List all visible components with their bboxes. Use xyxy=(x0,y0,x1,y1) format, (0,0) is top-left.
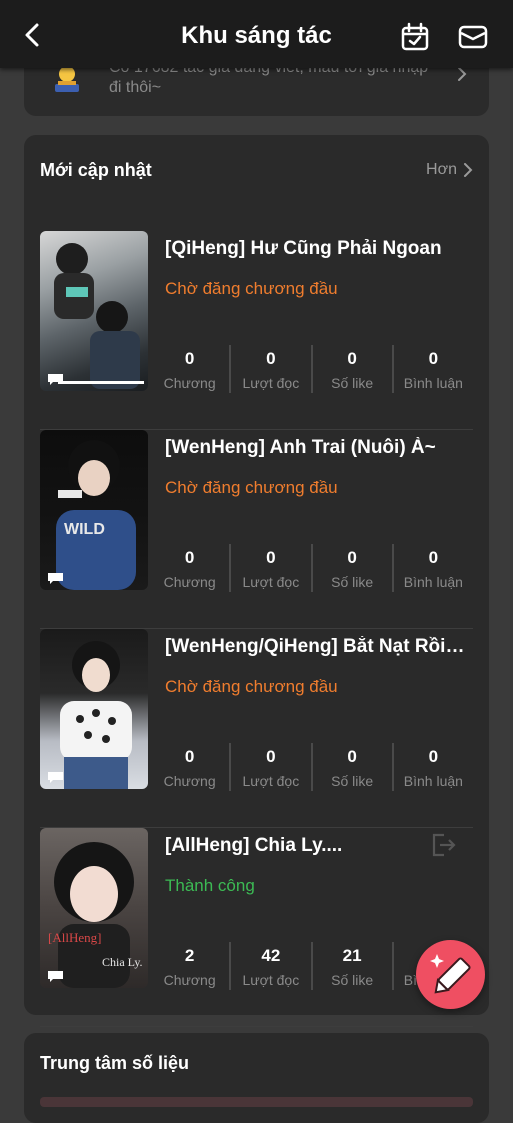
more-link[interactable]: Hơn xyxy=(426,161,473,179)
stat-chapters: 0 Chương xyxy=(150,345,232,393)
comment-icon xyxy=(48,374,63,385)
stat-reads: 42 Lượt đọc xyxy=(231,942,313,990)
top-bar: Khu sáng tác xyxy=(0,0,513,68)
stat-reads: 0 Lượt đọc xyxy=(231,743,313,791)
calendar-check-icon[interactable] xyxy=(400,22,430,52)
work-stats: 0 Chương 0 Lượt đọc 0 Số like 0 Bình luận xyxy=(150,743,473,791)
work-status: Chờ đăng chương đầu xyxy=(165,677,338,696)
mail-icon[interactable] xyxy=(458,22,488,52)
work-item[interactable]: WILD [WenHeng] Anh Trai (Nuôi) À~ Chờ đă… xyxy=(40,430,473,629)
data-center-preview xyxy=(40,1097,473,1107)
svg-text:Chia Ly.: Chia Ly. xyxy=(102,955,143,969)
work-stats: 0 Chương 0 Lượt đọc 0 Số like 0 Bình luận xyxy=(150,345,473,393)
section-title: Mới cập nhật xyxy=(40,160,152,180)
work-cover: WILD xyxy=(40,430,148,590)
stat-comments: 0Bình luận xyxy=(403,548,463,590)
work-item[interactable]: [AllHeng] Chia Ly. [AllHeng] Chia Ly....… xyxy=(40,828,473,1027)
cover-art xyxy=(54,243,144,389)
section-title: Trung tâm số liệu xyxy=(40,1053,190,1073)
recent-updates-card: Mới cập nhật Hơn [QiHeng] Hư Cũng Phải N… xyxy=(24,135,489,1027)
work-stats: 0 Chương 0 Lượt đọc 0 Số like 0 Bình luận xyxy=(150,544,473,592)
pencil-sparkle-icon xyxy=(430,954,471,994)
stat-likes: 21 Số like xyxy=(313,942,394,990)
stat-chapters: 0 Chương xyxy=(150,544,232,592)
comment-icon xyxy=(48,971,63,982)
work-item[interactable]: [QiHeng] Hư Cũng Phải Ngoan Chờ đăng chư… xyxy=(40,231,473,430)
more-label: Hơn xyxy=(426,161,457,178)
svg-text:[AllHeng]: [AllHeng] xyxy=(48,930,101,945)
stat-chapters: 2 Chương xyxy=(150,942,232,990)
page-title: Khu sáng tác xyxy=(181,22,332,49)
stat-likes: 0 Số like xyxy=(313,743,394,791)
cover-art xyxy=(60,641,132,789)
comment-icon xyxy=(48,772,63,783)
work-cover: [AllHeng] Chia Ly. xyxy=(40,828,148,988)
work-cover xyxy=(40,629,148,789)
comment-icon xyxy=(48,573,63,584)
cover-art: [AllHeng] Chia Ly. xyxy=(48,842,143,988)
stat-likes: 0 Số like xyxy=(313,345,394,393)
exit-icon[interactable] xyxy=(430,832,456,858)
work-title: [AllHeng] Chia Ly.... xyxy=(165,835,343,856)
stat-chapters: 0 Chương xyxy=(150,743,232,791)
chevron-right-icon xyxy=(464,163,473,177)
work-title: [WenHeng] Anh Trai (Nuôi) À~ xyxy=(165,437,436,458)
cover-art: WILD xyxy=(56,440,136,590)
stat-comments: 0Bình luận xyxy=(403,747,463,789)
work-status: Chờ đăng chương đầu xyxy=(165,279,338,298)
work-item[interactable]: [WenHeng/QiHeng] Bắt Nạt Rồi Lại Thương … xyxy=(40,629,473,828)
svg-text:WILD: WILD xyxy=(64,521,105,538)
stat-comments: 0Bình luận xyxy=(403,349,463,391)
write-fab-button[interactable] xyxy=(416,940,485,1009)
work-title: [WenHeng/QiHeng] Bắt Nạt Rồi Lại Thương xyxy=(165,636,465,657)
work-cover xyxy=(40,231,148,391)
stat-reads: 0 Lượt đọc xyxy=(231,544,313,592)
work-status: Thành công xyxy=(165,876,255,895)
work-title: [QiHeng] Hư Cũng Phải Ngoan xyxy=(165,238,442,259)
stat-likes: 0 Số like xyxy=(313,544,394,592)
stat-reads: 0 Lượt đọc xyxy=(231,345,313,393)
work-status: Chờ đăng chương đầu xyxy=(165,478,338,497)
divider xyxy=(40,1026,473,1027)
chevron-right-icon xyxy=(458,67,467,81)
data-center-card[interactable]: Trung tâm số liệu xyxy=(24,1033,489,1123)
